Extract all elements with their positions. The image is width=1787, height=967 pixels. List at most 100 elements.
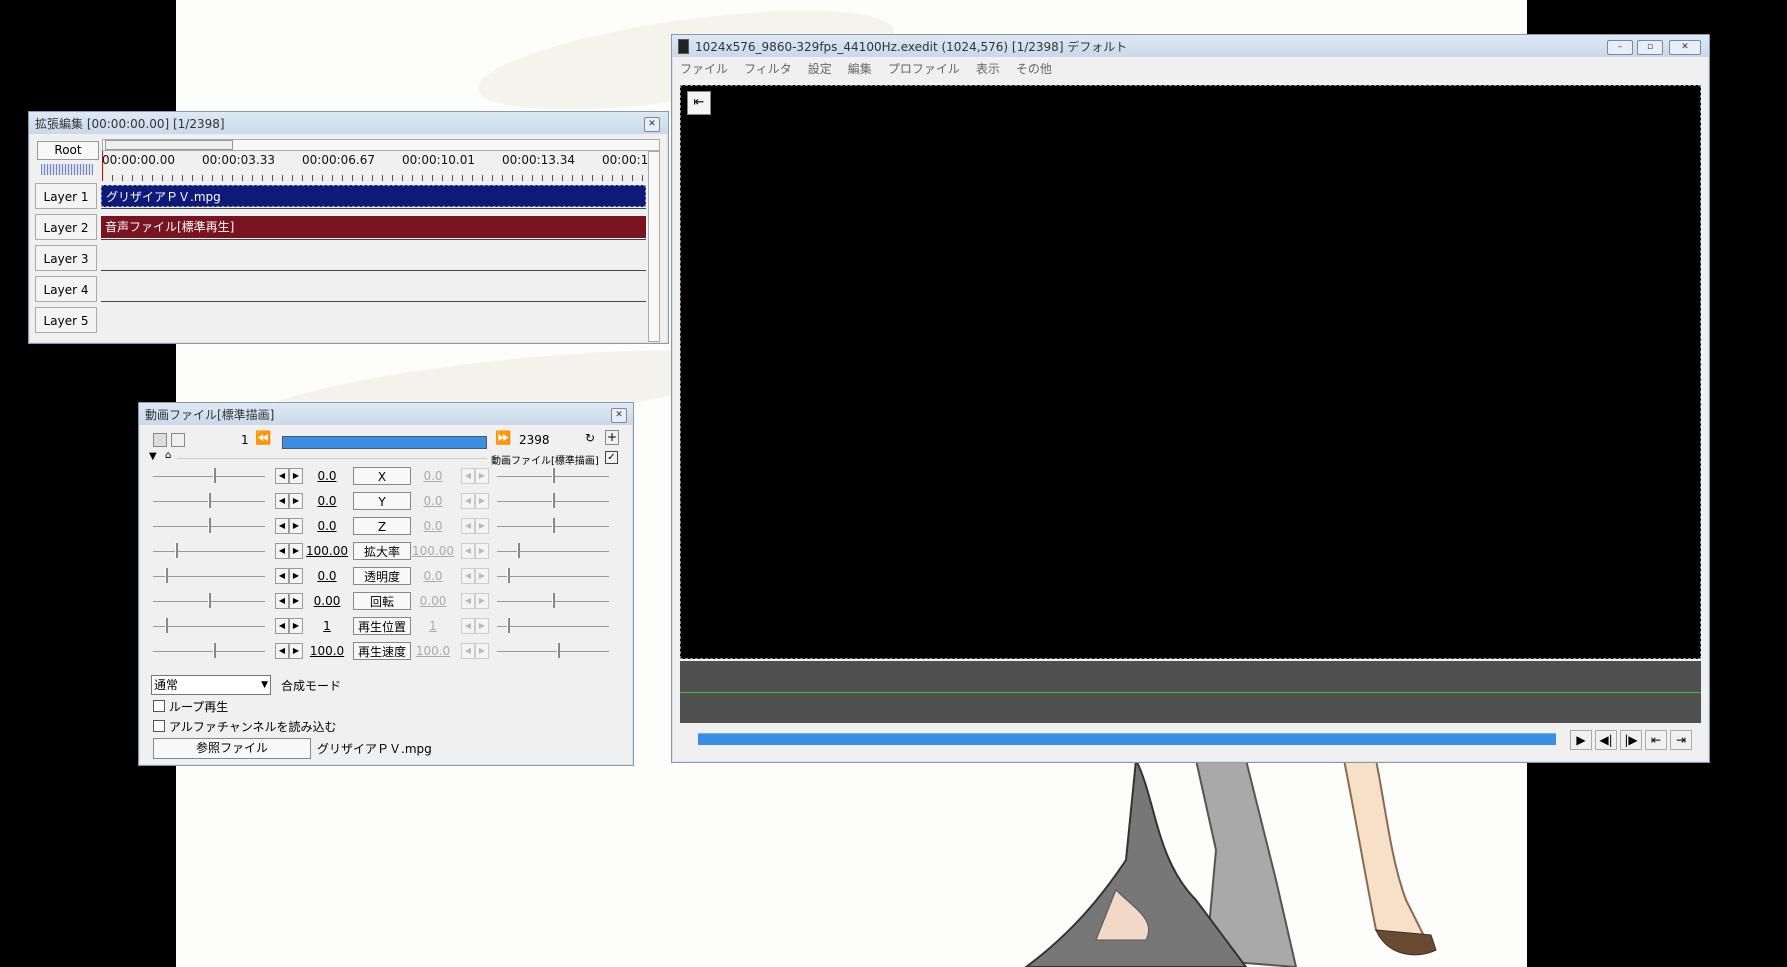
- right-arrow-icon[interactable]: ▶: [289, 468, 303, 484]
- param-start-value[interactable]: 100.00: [305, 544, 349, 558]
- left-slider-track[interactable]: [153, 518, 265, 533]
- param-end-value[interactable]: 100.0: [411, 644, 455, 658]
- left-slider-track[interactable]: [153, 643, 265, 658]
- menu-settings[interactable]: 設定: [808, 60, 832, 77]
- right-arrow-icon[interactable]: ▶: [475, 568, 489, 584]
- param-end-value[interactable]: 100.00: [411, 544, 455, 558]
- right-arrow-icon[interactable]: ▶: [289, 568, 303, 584]
- next-frame-icon[interactable]: |▶: [1620, 730, 1642, 750]
- menu-view[interactable]: 表示: [976, 60, 1000, 77]
- param-name-button[interactable]: 再生位置: [353, 617, 411, 635]
- right-slider-track[interactable]: [497, 468, 609, 483]
- param-name-button[interactable]: 透明度: [353, 567, 411, 585]
- right-arrow-icon[interactable]: ▶: [289, 643, 303, 659]
- param-name-button[interactable]: X: [353, 467, 411, 485]
- minimize-icon[interactable]: –: [1607, 40, 1633, 55]
- right-arrow-icon[interactable]: ▶: [475, 593, 489, 609]
- left-arrow-icon[interactable]: ◀: [275, 643, 289, 659]
- param-start-value[interactable]: 0.0: [305, 519, 349, 533]
- layer-track[interactable]: 音声ファイル[標準再生]: [101, 214, 646, 240]
- param-name-button[interactable]: 拡大率: [353, 542, 411, 560]
- go-to-start-icon[interactable]: ⇤: [687, 91, 711, 115]
- right-arrow-icon[interactable]: ▶: [475, 518, 489, 534]
- video-preview[interactable]: ⇤: [680, 85, 1701, 659]
- left-slider-track[interactable]: [153, 593, 265, 608]
- right-stepper[interactable]: ◀ ▶: [461, 643, 489, 659]
- left-stepper[interactable]: ◀ ▶: [275, 593, 303, 609]
- param-end-value[interactable]: 1: [411, 619, 455, 633]
- left-slider-track[interactable]: [153, 468, 265, 483]
- right-arrow-icon[interactable]: ▶: [475, 493, 489, 509]
- scene-icon[interactable]: [153, 433, 167, 447]
- right-slider-track[interactable]: [497, 493, 609, 508]
- fast-forward-icon[interactable]: ⏩: [495, 431, 511, 446]
- param-end-value[interactable]: 0.0: [411, 494, 455, 508]
- param-start-value[interactable]: 0.00: [305, 594, 349, 608]
- left-arrow-icon[interactable]: ◀: [461, 468, 475, 484]
- alpha-checkbox[interactable]: [153, 720, 165, 732]
- add-filter-icon[interactable]: +: [605, 430, 619, 445]
- left-stepper[interactable]: ◀ ▶: [275, 643, 303, 659]
- slider-knob[interactable]: [552, 493, 555, 508]
- time-ruler[interactable]: 00:00:00.00 00:00:03.33 00:00:06.67 00:0…: [102, 151, 648, 181]
- left-arrow-icon[interactable]: ◀: [461, 618, 475, 634]
- seek-bar[interactable]: [680, 727, 1556, 755]
- right-stepper[interactable]: ◀ ▶: [461, 518, 489, 534]
- slider-knob[interactable]: [552, 468, 555, 483]
- collapse-arrow-icon[interactable]: ▼: [149, 451, 157, 462]
- maximize-icon[interactable]: ▫: [1637, 40, 1663, 55]
- right-arrow-icon[interactable]: ▶: [475, 543, 489, 559]
- left-arrow-icon[interactable]: ◀: [461, 493, 475, 509]
- go-to-last-icon[interactable]: ⇥: [1670, 730, 1692, 750]
- slider-knob[interactable]: [557, 643, 560, 658]
- right-slider-track[interactable]: [497, 643, 609, 658]
- layer-track[interactable]: グリザイアＰＶ.mpg: [101, 183, 646, 209]
- video-clip[interactable]: グリザイアＰＶ.mpg: [101, 185, 646, 207]
- left-slider-track[interactable]: [153, 568, 265, 583]
- blend-mode-select[interactable]: 通常 ▼: [151, 675, 271, 695]
- slider-knob[interactable]: [213, 468, 216, 483]
- menu-edit[interactable]: 編集: [848, 60, 872, 77]
- right-stepper[interactable]: ◀ ▶: [461, 468, 489, 484]
- left-slider-track[interactable]: [153, 618, 265, 633]
- right-arrow-icon[interactable]: ▶: [289, 493, 303, 509]
- play-icon[interactable]: ▶: [1570, 730, 1592, 750]
- camera-icon[interactable]: [171, 433, 185, 447]
- param-name-button[interactable]: 回転: [353, 592, 411, 610]
- left-arrow-icon[interactable]: ◀: [275, 543, 289, 559]
- slider-knob[interactable]: [517, 543, 520, 558]
- right-arrow-icon[interactable]: ▶: [289, 543, 303, 559]
- param-start-value[interactable]: 0.0: [305, 469, 349, 483]
- param-name-button[interactable]: 再生速度: [353, 642, 411, 660]
- audio-clip[interactable]: 音声ファイル[標準再生]: [101, 216, 646, 238]
- right-stepper[interactable]: ◀ ▶: [461, 618, 489, 634]
- previous-frame-icon[interactable]: ◀|: [1595, 730, 1617, 750]
- left-arrow-icon[interactable]: ◀: [275, 493, 289, 509]
- root-button[interactable]: Root: [37, 141, 99, 160]
- vertical-scrollbar[interactable]: [648, 151, 660, 342]
- layer-label[interactable]: Layer 4: [35, 276, 97, 302]
- right-arrow-icon[interactable]: ▶: [289, 618, 303, 634]
- left-stepper[interactable]: ◀ ▶: [275, 468, 303, 484]
- right-slider-track[interactable]: [497, 568, 609, 583]
- rewind-icon[interactable]: ⏪: [255, 431, 271, 446]
- layer-track[interactable]: [101, 276, 646, 302]
- layer-label[interactable]: Layer 1: [35, 183, 97, 209]
- left-arrow-icon[interactable]: ◀: [275, 593, 289, 609]
- menu-profile[interactable]: プロファイル: [888, 60, 960, 77]
- loop-checkbox[interactable]: [153, 700, 165, 712]
- left-stepper[interactable]: ◀ ▶: [275, 543, 303, 559]
- refresh-icon[interactable]: ↻: [585, 431, 595, 445]
- param-start-value[interactable]: 100.0: [305, 644, 349, 658]
- slider-knob[interactable]: [165, 618, 168, 633]
- menu-filter[interactable]: フィルタ: [744, 60, 792, 77]
- left-stepper[interactable]: ◀ ▶: [275, 618, 303, 634]
- left-arrow-icon[interactable]: ◀: [461, 593, 475, 609]
- param-start-value[interactable]: 0.0: [305, 494, 349, 508]
- right-slider-track[interactable]: [497, 618, 609, 633]
- menu-other[interactable]: その他: [1016, 60, 1052, 77]
- right-stepper[interactable]: ◀ ▶: [461, 593, 489, 609]
- left-arrow-icon[interactable]: ◀: [461, 643, 475, 659]
- right-arrow-icon[interactable]: ▶: [289, 518, 303, 534]
- slider-knob[interactable]: [552, 518, 555, 533]
